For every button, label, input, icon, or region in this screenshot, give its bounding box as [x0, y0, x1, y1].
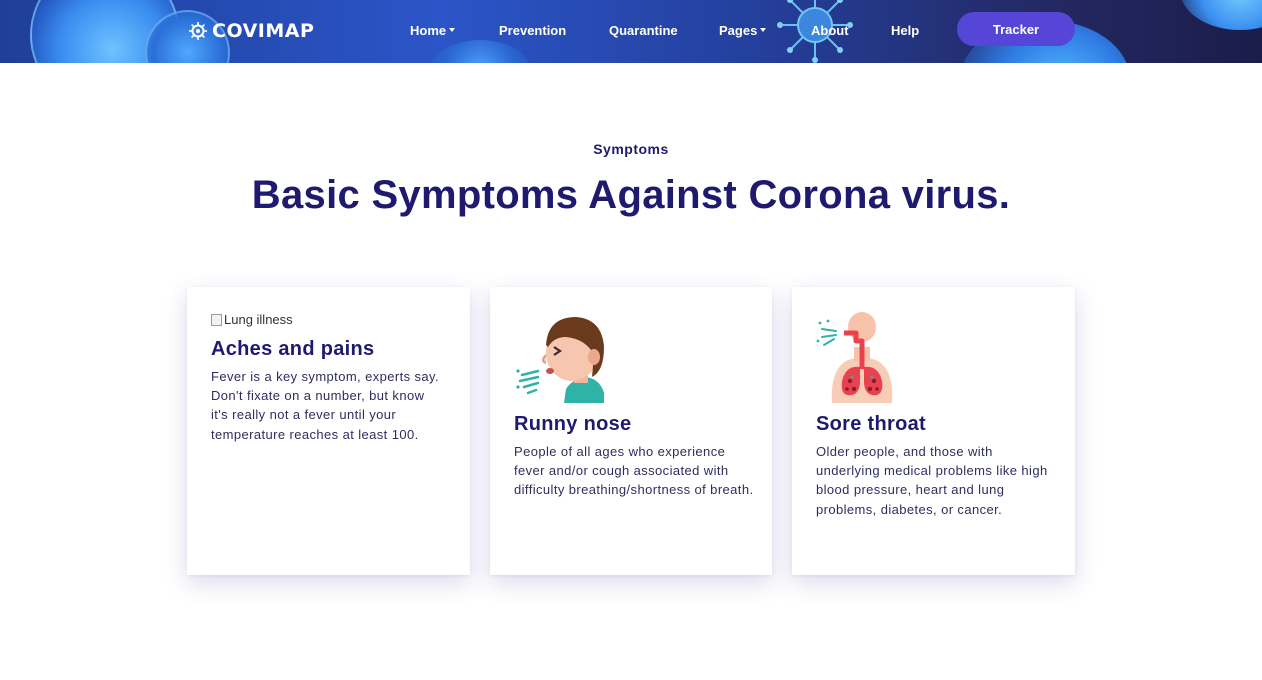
section-eyebrow: Symptoms	[593, 141, 669, 157]
card-title: Aches and pains	[211, 338, 375, 360]
nav-prevention-label: Prevention	[499, 22, 567, 38]
nav-quarantine-label: Quarantine	[609, 22, 678, 38]
tracker-button[interactable]: Tracker	[957, 12, 1075, 46]
nav-help[interactable]: Help	[891, 21, 919, 39]
sneezing-person-icon	[516, 317, 604, 403]
section-title: Basic Symptoms Against Corona virus.	[251, 173, 1011, 217]
brand-name: COVIMAP	[212, 20, 315, 42]
nav-about[interactable]: About	[811, 21, 849, 39]
virus-bubble-decoration	[1180, 0, 1262, 30]
nav-pages[interactable]: Pages	[719, 21, 767, 39]
nav-about-label: About	[811, 22, 849, 38]
caret-down-icon	[449, 28, 456, 32]
nav-quarantine[interactable]: Quarantine	[609, 21, 678, 39]
symptom-card-aches: Lung illness Aches and pains Fever is a …	[187, 287, 470, 575]
navbar: COVIMAP Home Prevention Quarantine Pages…	[0, 0, 1262, 63]
nav-home-label: Home	[410, 22, 447, 38]
symptom-card-sore-throat: Sore throat Older people, and those with…	[792, 287, 1075, 575]
nav-help-label: Help	[891, 22, 920, 38]
nav-pages-label: Pages	[719, 22, 758, 38]
virus-bubble-decoration	[430, 40, 530, 63]
card-text: Fever is a key symptom, experts say. Don…	[211, 369, 439, 442]
symptom-card-runny-nose: Runny nose People of all ages who experi…	[490, 287, 772, 575]
image-alt-text: Lung illness	[224, 312, 293, 327]
card-text: People of all ages who experience fever …	[514, 444, 754, 498]
virus-logo-icon	[189, 22, 207, 40]
nav-prevention[interactable]: Prevention	[499, 21, 566, 39]
card-title: Runny nose	[514, 413, 632, 435]
caret-down-icon	[760, 28, 767, 32]
nav-home[interactable]: Home	[410, 21, 456, 39]
lungs-throat-icon	[816, 312, 893, 403]
card-text: Older people, and those with underlying …	[816, 444, 1048, 517]
card-title: Sore throat	[816, 413, 926, 435]
lung-illness-image: Lung illness	[211, 312, 293, 327]
brand-logo[interactable]: COVIMAP	[188, 18, 314, 44]
broken-image-icon	[211, 313, 222, 326]
